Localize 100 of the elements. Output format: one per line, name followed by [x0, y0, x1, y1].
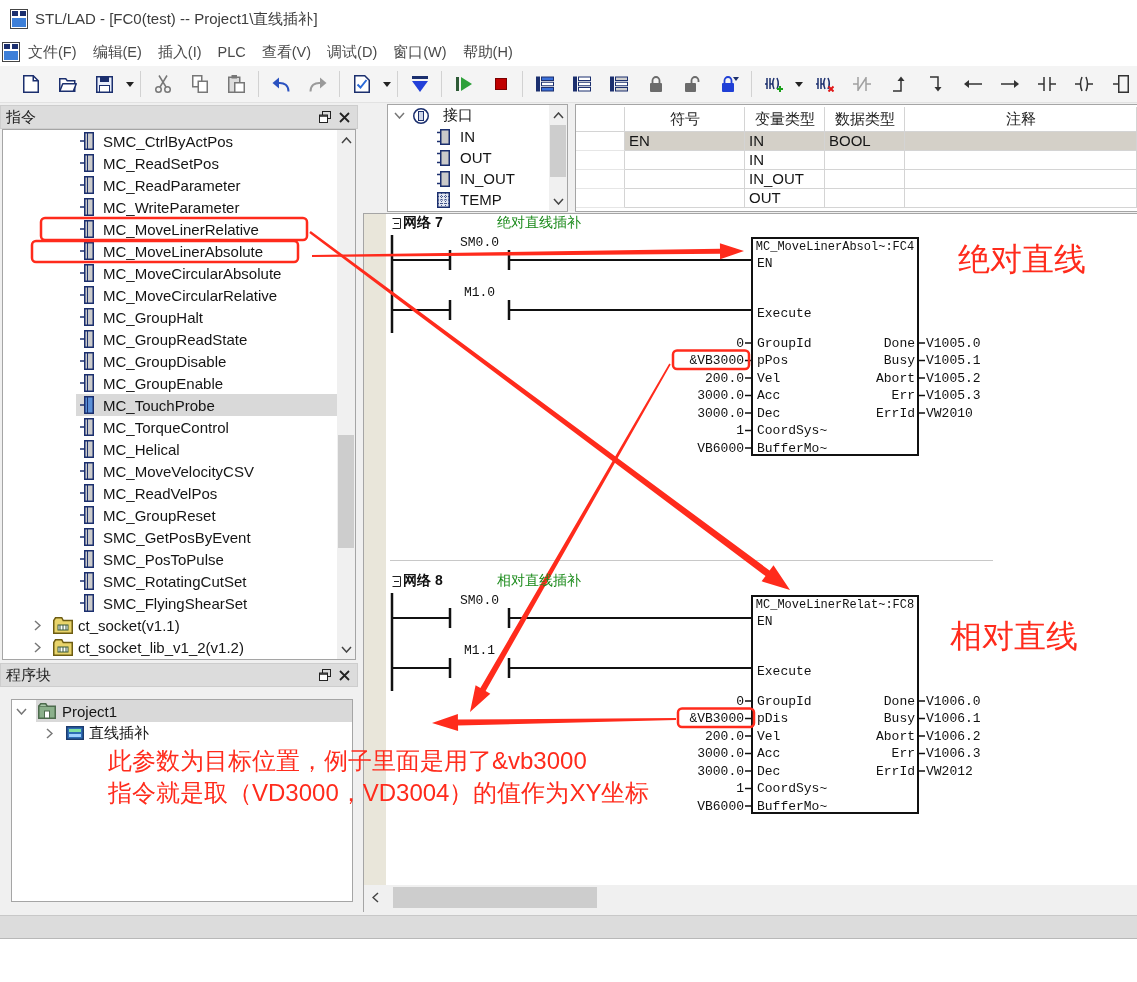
collapse-icon[interactable] [392, 217, 401, 229]
tree-item[interactable]: MC_GroupHalt [76, 306, 337, 328]
tree-item[interactable]: SMC_RotatingCutSet [76, 570, 337, 592]
scrollbar-thumb[interactable] [393, 887, 597, 908]
tree-item[interactable]: MC_GroupReadState [76, 328, 337, 350]
scrollbar-thumb[interactable] [338, 435, 354, 548]
tree-item[interactable]: MC_WriteParameter [76, 196, 337, 218]
lock-icon[interactable] [720, 76, 739, 92]
tree-item[interactable]: OUT [435, 147, 549, 168]
tree-item[interactable]: MC_MoveCircularRelative [76, 284, 337, 306]
tree-item[interactable]: MC_MoveCircularAbsolute [76, 262, 337, 284]
restore-icon[interactable] [319, 111, 331, 123]
scroll-down-icon[interactable] [340, 645, 352, 653]
tree-item[interactable]: MC_TouchProbe [76, 394, 337, 416]
scroll-up-icon[interactable] [340, 136, 352, 144]
vertical-scrollbar[interactable] [549, 105, 567, 211]
restore-icon[interactable] [319, 669, 331, 681]
menu-item[interactable]: 窗口(W) [385, 42, 455, 62]
contact-coil-plus-icon[interactable] [764, 76, 783, 92]
table-row[interactable]: EN IN BOOL [625, 132, 1137, 151]
close-icon[interactable] [339, 669, 350, 681]
pin-label: Done [883, 693, 915, 709]
table-row[interactable]: IN [625, 151, 1137, 170]
close-icon[interactable] [339, 111, 350, 123]
tree-item[interactable]: MC_MoveLinerRelative [76, 218, 337, 240]
tree-item[interactable]: 接口 [411, 105, 549, 126]
tree-item[interactable]: MC_ReadSetPos [76, 152, 337, 174]
tree-item[interactable]: TEMP [435, 189, 549, 210]
new-file-icon[interactable] [22, 75, 39, 93]
contact-icon[interactable] [1037, 76, 1056, 92]
contact-coil-cross-icon[interactable] [815, 76, 834, 92]
tree-item[interactable]: Project1 [36, 700, 352, 722]
tree-item[interactable]: SMC_PosToPulse [76, 548, 337, 570]
contact-symbol [448, 250, 511, 270]
stacked-rows-icon[interactable] [572, 76, 591, 92]
play-icon[interactable] [455, 76, 472, 92]
tree-item[interactable]: IN [435, 126, 549, 147]
menu-item[interactable]: 编辑(E) [84, 42, 150, 62]
scroll-left-icon[interactable] [371, 892, 379, 903]
caret-icon[interactable] [126, 81, 134, 87]
pin-value: 1 [736, 781, 744, 796]
box-icon[interactable] [1112, 75, 1129, 93]
table-row[interactable]: IN_OUT [625, 170, 1137, 189]
menu-item[interactable]: 文件(F) [20, 42, 85, 62]
document-check-icon[interactable] [353, 75, 370, 93]
down-triangle-icon[interactable] [411, 76, 428, 92]
scroll-down-icon[interactable] [552, 197, 564, 205]
chevron-right-icon[interactable] [33, 619, 41, 631]
vertical-scrollbar[interactable] [337, 130, 355, 659]
lock-icon[interactable] [648, 76, 663, 92]
menu-item[interactable]: 查看(V) [253, 42, 320, 62]
tree-item[interactable]: SMC_GetPosByEvent [76, 526, 337, 548]
table-row[interactable]: OUT [625, 189, 1137, 208]
pin-label: BufferMo~ [757, 798, 828, 814]
stop-icon[interactable] [494, 78, 507, 90]
tree-item[interactable]: MC_MoveLinerAbsolute [76, 240, 337, 262]
chevron-right-icon[interactable] [33, 641, 41, 653]
caret-icon[interactable] [795, 81, 803, 87]
menu-item[interactable]: PLC [209, 44, 254, 60]
tree-item[interactable]: MC_ReadParameter [76, 174, 337, 196]
scroll-up-icon[interactable] [552, 111, 564, 119]
tree-item[interactable]: MC_GroupEnable [76, 372, 337, 394]
tree-item[interactable]: ct_socket_lib_v1_2(v1.2) [49, 636, 337, 658]
chevron-right-icon[interactable] [45, 727, 53, 739]
collapse-icon[interactable] [392, 575, 401, 587]
undo-icon[interactable] [271, 76, 290, 92]
menu-item[interactable]: 调试(D) [319, 42, 386, 62]
tree-item[interactable]: MC_GroupDisable [76, 350, 337, 372]
chevron-down-icon[interactable] [393, 112, 405, 119]
caret-icon[interactable] [383, 81, 391, 87]
tree-item[interactable]: MC_TorqueControl [76, 416, 337, 438]
tree-item[interactable]: SMC_FlyingShearSet [76, 592, 337, 614]
tree-item[interactable]: SMC_CtrlByActPos [76, 130, 337, 152]
menu-item[interactable]: 插入(I) [149, 42, 210, 62]
stacked-rows-icon[interactable] [535, 76, 554, 92]
tree-item[interactable]: ct_socket(v1.1) [49, 614, 337, 636]
corner-up-arrow-icon[interactable] [892, 76, 905, 92]
chevron-down-icon[interactable] [15, 707, 27, 715]
corner-down-arrow-icon[interactable] [929, 76, 942, 92]
copy-icon[interactable] [191, 75, 208, 93]
tree-item[interactable]: MC_Helical [76, 438, 337, 460]
tree-item[interactable]: 直线插补 [64, 722, 352, 744]
left-arrow-icon[interactable] [963, 79, 982, 89]
menu-item[interactable]: 帮助(H) [454, 42, 521, 62]
right-arrow-icon[interactable] [1000, 79, 1019, 89]
unlock-icon[interactable] [685, 76, 700, 92]
tree-item[interactable]: MC_GroupReset [76, 504, 337, 526]
redo-icon[interactable] [308, 76, 327, 92]
open-folder-icon[interactable] [58, 76, 77, 92]
tree-item[interactable]: MC_ReadVelPos [76, 482, 337, 504]
stacked-rows-icon[interactable] [609, 76, 628, 92]
column-header: 注释 [905, 107, 1137, 132]
tree-item[interactable]: IN_OUT [435, 168, 549, 189]
scrollbar-thumb[interactable] [550, 125, 566, 177]
paste-icon[interactable] [228, 75, 245, 93]
tree-item[interactable]: MC_MoveVelocityCSV [76, 460, 337, 482]
save-icon[interactable] [96, 75, 113, 93]
pin-line [917, 700, 926, 702]
cut-icon[interactable] [154, 75, 171, 93]
coil-icon[interactable] [1074, 76, 1093, 92]
